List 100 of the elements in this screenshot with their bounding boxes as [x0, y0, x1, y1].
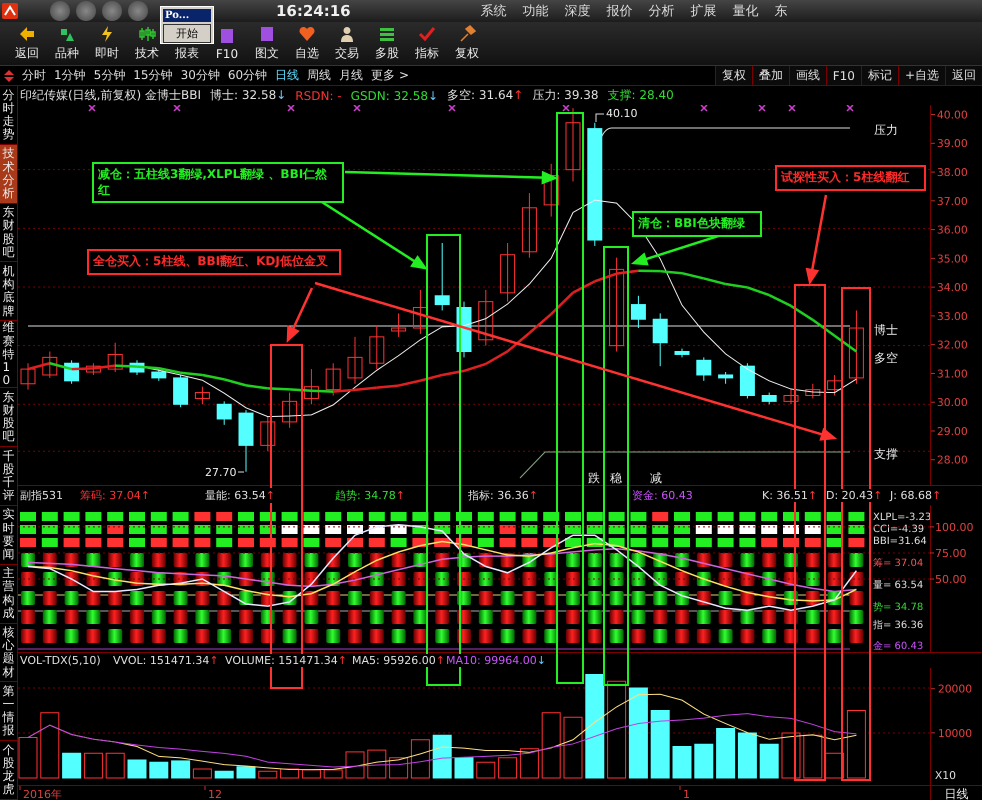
- side-tab[interactable]: 分时走势: [0, 86, 17, 145]
- chart-button[interactable]: +自选: [898, 66, 945, 85]
- side-tab[interactable]: 机构底牌: [0, 262, 17, 322]
- check-icon: [418, 25, 436, 43]
- cross-marker: [88, 105, 96, 112]
- axis-label: 100.00: [935, 520, 974, 534]
- volume-bar: [476, 762, 496, 778]
- toolbar-button[interactable]: 多股: [367, 22, 407, 65]
- window-control-button[interactable]: [50, 1, 70, 21]
- side-tab[interactable]: 千股千评: [0, 447, 17, 506]
- chart-button[interactable]: 画线: [788, 66, 826, 85]
- chart-button[interactable]: 复权: [714, 66, 752, 85]
- indicator-reading: VVOL: 151471.34↑: [113, 654, 219, 667]
- toolbar-button[interactable]: 交易: [327, 22, 367, 65]
- cross-marker: [287, 105, 295, 112]
- candlestick: [544, 163, 559, 218]
- menu-item[interactable]: 系统: [480, 2, 507, 20]
- candlestick: [369, 324, 384, 370]
- side-tab[interactable]: 东财股吧: [0, 388, 17, 448]
- menu-item[interactable]: 深度: [564, 2, 591, 20]
- chart-button[interactable]: 返回: [945, 66, 982, 85]
- legend-value: 金= 60.43: [873, 641, 924, 652]
- volume-bar: [346, 751, 364, 778]
- toolbar-button[interactable]: 复权: [447, 22, 487, 65]
- volume-bar: [650, 710, 670, 778]
- period-tab[interactable]: 60分钟: [228, 67, 268, 84]
- toolbar-button[interactable]: 自选: [287, 22, 327, 65]
- candlestick: [238, 410, 254, 472]
- period-tab[interactable]: 30分钟: [180, 67, 220, 84]
- hammer-icon: [458, 25, 476, 43]
- period-tab[interactable]: 15分钟: [133, 67, 173, 84]
- indicator-reading: VOL-TDX(5,10): [20, 654, 101, 667]
- toolbar-button[interactable]: 返回: [7, 22, 47, 65]
- volume-bar: [760, 744, 779, 778]
- candlestick: [391, 312, 406, 338]
- candlestick: [500, 242, 516, 302]
- menu-item[interactable]: 功能: [522, 2, 549, 20]
- menu-item[interactable]: 分析: [648, 2, 675, 20]
- date-label: 12: [208, 788, 222, 800]
- volume-bar: [564, 716, 582, 778]
- indicator-title: 副指531: [20, 488, 63, 503]
- axis-label: 75.00: [935, 546, 966, 560]
- period-tab[interactable]: 更多 >: [371, 67, 409, 84]
- side-tab[interactable]: 个股龙虎: [0, 741, 17, 800]
- period-tab[interactable]: 分时: [22, 67, 46, 84]
- candlestick: [130, 360, 144, 376]
- axis-label: 30.00: [936, 396, 968, 410]
- toolbar-button[interactable]: 图文: [247, 22, 287, 65]
- volume-bar: [803, 734, 822, 778]
- side-tab[interactable]: 主营构成: [0, 564, 17, 624]
- axis-label: 50.00: [935, 573, 966, 586]
- period-tab[interactable]: 5分钟: [94, 67, 126, 84]
- window-control-button[interactable]: [102, 1, 122, 21]
- period-tab[interactable]: 日线: [275, 67, 300, 84]
- date-label: 1: [683, 788, 690, 800]
- candlestick: [108, 342, 123, 373]
- candlestick: [434, 242, 450, 311]
- volume-bar: [846, 710, 866, 778]
- candlestick: [522, 192, 537, 258]
- period-tab[interactable]: 1分钟: [54, 67, 86, 84]
- menu-item[interactable]: 报价: [606, 2, 633, 20]
- period-tab[interactable]: 周线: [307, 67, 332, 84]
- window-control-button[interactable]: [128, 1, 148, 21]
- chart-button[interactable]: 叠加: [752, 66, 789, 85]
- candles-icon: [138, 25, 156, 43]
- side-tab[interactable]: 维赛特10: [0, 321, 17, 388]
- volume-bar: [40, 712, 60, 778]
- axis-label: 31.00: [936, 367, 968, 380]
- signal-label: 稳: [610, 471, 622, 485]
- chart-button[interactable]: 标记: [860, 66, 898, 85]
- side-tab[interactable]: 第一情报: [0, 682, 17, 742]
- menu-item[interactable]: 量化: [732, 2, 759, 20]
- menu-item[interactable]: 东: [774, 2, 788, 20]
- side-tab[interactable]: 技术分析: [0, 144, 17, 204]
- high-label: 40.10: [606, 107, 638, 120]
- line-label: 多空: [874, 351, 898, 365]
- start-button[interactable]: 开始: [163, 24, 211, 43]
- window-control-button[interactable]: [76, 1, 96, 21]
- indicator-reading: 量能: 63.54↑: [205, 488, 275, 503]
- volume-bar: [62, 752, 82, 778]
- cross-marker: [173, 105, 181, 112]
- volume-bar: [454, 757, 474, 778]
- toolbar-button[interactable]: 即时: [87, 22, 127, 65]
- candlestick: [827, 374, 842, 396]
- stack-icon: [378, 25, 396, 43]
- period-tab[interactable]: 月线: [339, 67, 364, 84]
- side-tab[interactable]: 东财股吧: [0, 204, 17, 262]
- toolbar-button[interactable]: 指标: [407, 22, 447, 65]
- chart-button[interactable]: F10: [826, 66, 861, 85]
- indicator-reading: MA5: 95926.00↑: [352, 654, 445, 667]
- side-tab[interactable]: 核心题材: [0, 624, 17, 682]
- menu-item[interactable]: 扩展: [690, 2, 717, 20]
- volume-bar: [716, 728, 736, 778]
- volume-bar: [738, 732, 757, 778]
- axis-label: 28.00: [936, 454, 968, 467]
- legend-value: 筹= 37.04: [873, 558, 924, 569]
- volume-bar: [258, 770, 278, 778]
- candlestick: [718, 372, 734, 384]
- toolbar-button[interactable]: 品种: [47, 22, 87, 65]
- side-tab[interactable]: 实时要闻: [0, 506, 17, 565]
